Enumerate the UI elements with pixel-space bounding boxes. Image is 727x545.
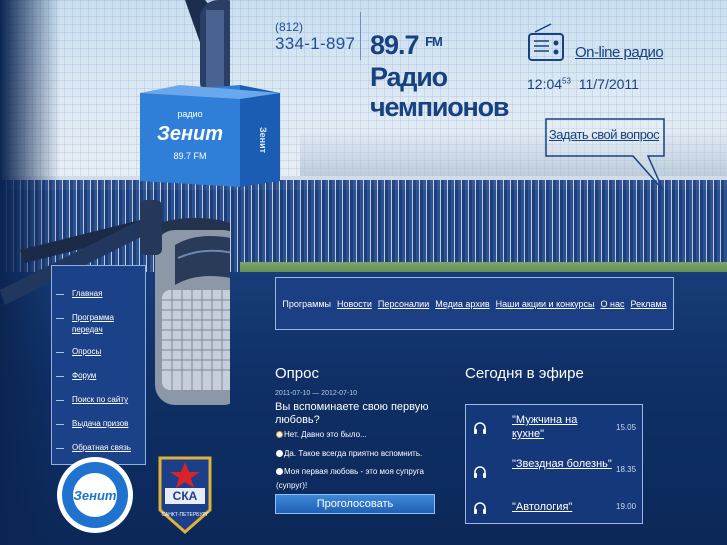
nav-media-archive[interactable]: Медиа архив xyxy=(435,299,489,309)
show-time: 18.35 xyxy=(616,465,637,474)
cube-side-brand: Зенит xyxy=(258,127,268,154)
frequency-value: 89.7 xyxy=(370,30,420,60)
sidebar-item-polls[interactable]: Опросы xyxy=(56,346,145,358)
clock-seconds: 53 xyxy=(562,76,571,86)
sidebar-item-search[interactable]: Поиск по сайту xyxy=(56,394,145,406)
ska-logo-subtext: САНКТ-ПЕТЕРБУРГ xyxy=(161,512,208,518)
poll-title: Опрос xyxy=(275,365,319,382)
radio-button[interactable] xyxy=(276,450,283,457)
poll-option-label: Нет. Давно это было... xyxy=(284,430,367,439)
sidebar-item-label[interactable]: Поиск по сайту xyxy=(72,395,128,404)
svg-text:Зенит: Зенит xyxy=(74,488,117,503)
frequency-unit: FM xyxy=(425,34,443,49)
nav-advertising[interactable]: Реклама xyxy=(631,299,667,309)
sidebar-menu: Главная Программа передач Опросы Форум П… xyxy=(51,265,146,465)
nav-people[interactable]: Персоналии xyxy=(378,299,429,309)
sidebar-item-label[interactable]: Выдача призов xyxy=(72,419,128,428)
sidebar-item-forum[interactable]: Форум xyxy=(56,370,145,382)
clock-time: 12:04 xyxy=(527,76,563,92)
sidebar-item-prizes[interactable]: Выдача призов xyxy=(56,418,145,430)
show-name[interactable]: "Звездная болезнь" xyxy=(512,457,612,471)
nav-about[interactable]: О нас xyxy=(601,299,625,309)
vote-button[interactable]: Проголосовать xyxy=(275,494,435,514)
headphones-icon xyxy=(474,466,486,478)
main-nav: Программы Новости Персоналии Медиа архив… xyxy=(275,277,674,330)
radio-zenit-cube: радио Зенит 89.7 FM Зенит xyxy=(140,85,280,187)
zenit-logo[interactable]: Зенит xyxy=(57,457,133,533)
cube-freq: 89.7 FM xyxy=(173,151,206,161)
headphones-icon xyxy=(474,502,486,514)
show-time: 15.05 xyxy=(616,423,637,432)
clock: 12:0453 11/7/2011 xyxy=(527,76,639,92)
sidebar-item-home[interactable]: Главная xyxy=(56,288,145,300)
nav-programs[interactable]: Программы xyxy=(282,299,331,309)
radio-button[interactable] xyxy=(276,468,283,475)
poll-option-label: Моя первая любовь - это моя супруга (суп… xyxy=(276,467,424,490)
sidebar-item-label[interactable]: Форум xyxy=(72,371,96,380)
ask-question-link[interactable]: Задать свой вопрос xyxy=(545,118,663,151)
online-radio-link[interactable]: On-line радио xyxy=(575,44,664,61)
radio-button[interactable] xyxy=(276,431,283,438)
show-time: 19.00 xyxy=(616,502,637,511)
station-slogan: Радио чемпионов xyxy=(370,62,510,122)
slogan-line-1: Радио xyxy=(370,62,448,92)
sidebar-item-label[interactable]: Опросы xyxy=(72,347,101,356)
phone-code: (812) xyxy=(275,20,304,34)
poll-option-label: Да. Такое всегда приятно вспомнить. xyxy=(284,449,423,458)
poll-option[interactable]: Моя первая любовь - это моя супруга (суп… xyxy=(276,465,436,493)
nav-promotions[interactable]: Наши акции и конкурсы xyxy=(496,299,595,309)
cube-brand-name: Зенит xyxy=(157,123,223,145)
phone-number: 334-1-897 xyxy=(275,34,356,53)
poll-question: Вы вспоминаете свою первую любовь? xyxy=(275,401,429,426)
cube-brand-top: радио xyxy=(177,109,202,119)
ska-logo[interactable]: СКА САНКТ-ПЕТЕРБУРГ xyxy=(158,456,212,534)
poll-dates: 2011-07-10 — 2012-07-10 xyxy=(275,390,357,397)
club-logos: Зенит СКА САНКТ-ПЕТЕРБУРГ xyxy=(57,456,212,534)
sidebar-item-schedule[interactable]: Программа передач xyxy=(56,312,145,336)
header-divider xyxy=(360,12,361,60)
poll-option[interactable]: Нет. Давно это было... xyxy=(276,428,436,442)
sidebar-item-label[interactable]: Программа передач xyxy=(72,313,114,334)
show-name[interactable]: "Автология" xyxy=(512,500,612,514)
station-frequency: 89.7 FM xyxy=(370,30,443,61)
poll-option[interactable]: Да. Такое всегда приятно вспомнить. xyxy=(276,447,436,461)
sidebar-item-label[interactable]: Главная xyxy=(72,289,102,298)
clock-date: 11/7/2011 xyxy=(578,76,639,92)
ska-logo-text: СКА xyxy=(173,489,198,503)
slogan-line-2: чемпионов xyxy=(370,92,510,122)
on-air-title: Сегодня в эфире xyxy=(465,365,584,382)
nav-news[interactable]: Новости xyxy=(337,299,372,309)
radio-icon[interactable] xyxy=(527,22,565,62)
show-name[interactable]: "Мужчина на кухне" xyxy=(512,413,612,441)
headphones-icon xyxy=(474,422,486,434)
on-air-list: "Мужчина на кухне" 15.05 "Звездная болез… xyxy=(465,404,643,524)
